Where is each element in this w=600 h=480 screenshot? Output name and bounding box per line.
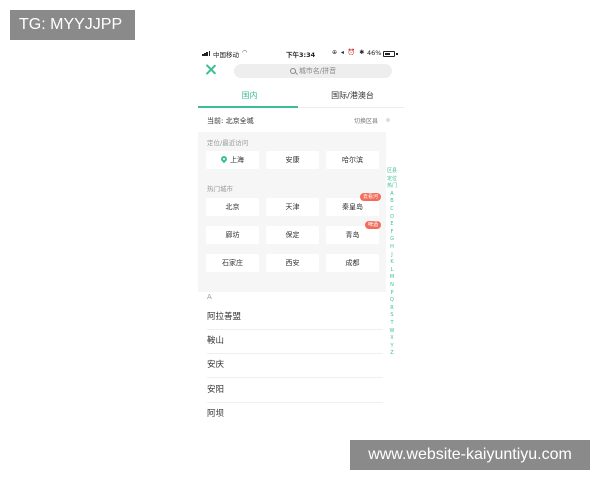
carrier-label: 中国移动 (213, 51, 239, 59)
hot-city-chip[interactable]: 成都 (326, 254, 379, 272)
index-entry[interactable]: D (386, 214, 398, 222)
battery-icon (383, 51, 395, 57)
status-bar: 中国移动 ◠ 下午3:34 ⊕ ◂ ⏰ ✱ 46% (198, 46, 404, 60)
index-entry[interactable]: E (386, 221, 398, 229)
index-entry[interactable]: F (386, 229, 398, 237)
tab-international[interactable]: 国际/港澳台 (301, 86, 404, 108)
index-entry[interactable]: P (386, 290, 398, 298)
alpha-section-header: A (207, 293, 212, 301)
index-entry[interactable]: M (386, 274, 398, 282)
status-time: 下午3:34 (286, 51, 316, 59)
index-entry[interactable]: A (386, 191, 398, 199)
hot-city-chip[interactable]: 天津 (266, 198, 319, 216)
switch-toggle-icon (386, 118, 390, 122)
list-item[interactable]: 鞍山 (207, 330, 383, 354)
alphabet-index-bar[interactable]: 区县 定位 热门 A B C D E F G H J K L M N P Q R S T W X Y Z (386, 168, 398, 368)
recent-city-chip[interactable]: 安康 (266, 151, 319, 169)
recent-section-title: 定位/最近访问 (207, 139, 249, 147)
index-entry[interactable]: Y (386, 343, 398, 351)
hot-city-chip[interactable]: 西安 (266, 254, 319, 272)
hot-city-chip[interactable]: 青岛 啤酒 (326, 221, 381, 244)
hot-city-chip[interactable]: 秦皇岛 去看河 (326, 193, 381, 216)
search-placeholder: 城市名/拼音 (298, 67, 337, 75)
active-tab-indicator (198, 106, 298, 108)
search-input[interactable]: 城市名/拼音 (234, 64, 392, 78)
battery-percent: 46% (367, 49, 382, 57)
index-entry[interactable]: Z (386, 350, 398, 358)
list-item[interactable]: 阿坝 (207, 403, 383, 427)
index-entry[interactable]: B (386, 198, 398, 206)
index-entry[interactable]: R (386, 305, 398, 313)
hot-city-chip[interactable]: 保定 (266, 226, 319, 244)
hot-section-title: 热门城市 (207, 185, 233, 193)
switch-district-button[interactable]: 切换区县 (354, 116, 378, 125)
index-entry[interactable]: X (386, 335, 398, 343)
index-entry[interactable]: G (386, 236, 398, 244)
tab-bar: 国内 国际/港澳台 (198, 86, 404, 108)
list-item[interactable]: 安阳 (207, 379, 383, 403)
list-item[interactable]: 阿拉善盟 (207, 306, 383, 330)
index-entry[interactable]: H (386, 244, 398, 252)
index-entry[interactable]: N (386, 282, 398, 290)
close-icon[interactable] (204, 63, 218, 77)
current-location-row: 当前: 北京全城 切换区县 (198, 110, 404, 130)
recent-city-chip[interactable]: 上海 (206, 151, 259, 169)
watermark-bottom-right: www.website-kaiyuntiyu.com (350, 440, 590, 470)
phone-screen: 中国移动 ◠ 下午3:34 ⊕ ◂ ⏰ ✱ 46% 城市名/拼音 国内 国际/港… (198, 46, 404, 430)
index-entry[interactable]: K (386, 259, 398, 267)
index-entry[interactable]: S (386, 312, 398, 320)
status-icons: ⊕ ◂ ⏰ ✱ (332, 49, 366, 56)
signal-icon (202, 51, 212, 56)
hot-city-chip[interactable]: 廊坊 (206, 226, 259, 244)
hot-city-chip[interactable]: 石家庄 (206, 254, 259, 272)
index-entry[interactable]: 热门 (386, 183, 398, 191)
location-pin-icon (219, 154, 229, 164)
recent-city-chip[interactable]: 哈尔滨 (326, 151, 379, 169)
current-location-label: 当前: 北京全城 (207, 117, 254, 125)
list-item[interactable]: 安庆 (207, 354, 383, 378)
wifi-icon: ◠ (242, 49, 248, 56)
quick-city-panel: 定位/最近访问 上海 安康 哈尔滨 热门城市 北京 天津 秦皇岛 去看河 廊坊 … (198, 132, 386, 292)
index-entry[interactable]: T (386, 320, 398, 328)
index-entry[interactable]: Q (386, 297, 398, 305)
index-entry[interactable]: C (386, 206, 398, 214)
search-icon (289, 68, 296, 74)
city-badge: 去看河 (359, 193, 381, 201)
hot-city-chip[interactable]: 北京 (206, 198, 259, 216)
tab-domestic[interactable]: 国内 (198, 86, 301, 108)
index-entry[interactable]: L (386, 267, 398, 275)
index-entry[interactable]: 区县 (386, 168, 398, 176)
index-entry[interactable]: W (386, 328, 398, 336)
watermark-top-left: TG: MYYJJPP (10, 10, 135, 40)
index-entry[interactable]: J (386, 252, 398, 260)
city-badge: 啤酒 (364, 221, 381, 229)
